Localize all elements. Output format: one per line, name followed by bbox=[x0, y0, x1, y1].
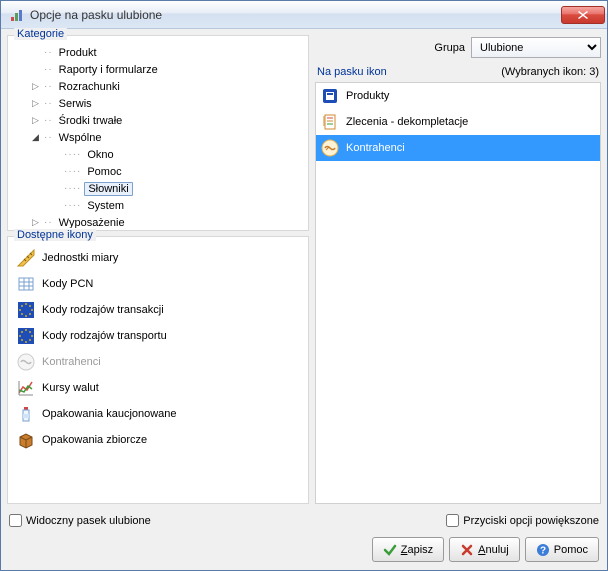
ruler-icon bbox=[16, 248, 36, 268]
tree-node[interactable]: ····Pomoc bbox=[12, 163, 304, 180]
tree-node-label: Pomoc bbox=[84, 166, 124, 178]
check-icon bbox=[383, 543, 397, 557]
tree-node-label: Środki trwałe bbox=[56, 115, 126, 127]
onbar-item-label: Kontrahenci bbox=[346, 142, 405, 154]
tree-node-label: Okno bbox=[84, 149, 116, 161]
selected-count: (Wybranych ikon: 3) bbox=[501, 66, 599, 78]
product-icon bbox=[320, 86, 340, 106]
available-item[interactable]: Kody PCN bbox=[12, 271, 304, 297]
chevron-right-icon: ▷ bbox=[30, 217, 41, 228]
available-item-label: Opakowania kaucjonowane bbox=[42, 408, 177, 420]
onbar-item[interactable]: Zlecenia - dekompletacje bbox=[316, 109, 600, 135]
tree-node-label: Produkt bbox=[56, 47, 100, 59]
tree-node[interactable]: ▷··Środki trwałe bbox=[12, 112, 304, 129]
chart-icon bbox=[16, 378, 36, 398]
chevron-down-icon: ◢ bbox=[30, 132, 41, 143]
available-label: Dostępne ikony bbox=[14, 229, 96, 241]
visible-bar-input[interactable] bbox=[9, 514, 22, 527]
svg-text:?: ? bbox=[540, 545, 546, 556]
help-button[interactable]: ? Pomoc bbox=[525, 537, 599, 562]
available-item[interactable]: Jednostki miary bbox=[12, 245, 304, 271]
tree-node[interactable]: ▷··Wyposażenie bbox=[12, 214, 304, 228]
x-icon bbox=[460, 543, 474, 557]
tree-node[interactable]: ▷··Serwis bbox=[12, 95, 304, 112]
available-item[interactable]: Opakowania zbiorcze bbox=[12, 427, 304, 453]
tree-node-label: Wspólne bbox=[56, 132, 105, 144]
chevron-right-icon: ▷ bbox=[30, 98, 41, 109]
available-item[interactable]: Kody rodzajów transakcji bbox=[12, 297, 304, 323]
tree-node-label: Słowniki bbox=[84, 182, 132, 196]
enlarged-opts-checkbox[interactable]: Przyciski opcji powiększone bbox=[446, 514, 599, 527]
tree-node[interactable]: ··Raporty i formularze bbox=[12, 61, 304, 78]
onbar-item[interactable]: Produkty bbox=[316, 83, 600, 109]
tree-node[interactable]: ▷··Rozrachunki bbox=[12, 78, 304, 95]
visible-bar-checkbox[interactable]: Widoczny pasek ulubione bbox=[9, 514, 151, 527]
cancel-button[interactable]: Anuluj bbox=[449, 537, 520, 562]
available-item-label: Kursy walut bbox=[42, 382, 99, 394]
help-icon: ? bbox=[536, 543, 550, 557]
chevron-right-icon: ▷ bbox=[30, 81, 41, 92]
available-item[interactable]: Opakowania kaucjonowane bbox=[12, 401, 304, 427]
available-item[interactable]: Kontrahenci bbox=[12, 349, 304, 375]
close-button[interactable] bbox=[561, 6, 605, 24]
available-list[interactable]: Jednostki miary Kody PCN Kody rodzajów tra… bbox=[10, 243, 306, 501]
titlebar: Opcje na pasku ulubione bbox=[1, 1, 607, 29]
tree-node[interactable]: ◢··Wspólne bbox=[12, 129, 304, 146]
onbar-item-label: Produkty bbox=[346, 90, 389, 102]
tree-node[interactable]: ····Okno bbox=[12, 146, 304, 163]
categories-label: Kategorie bbox=[14, 28, 67, 40]
available-item-label: Kody rodzajów transakcji bbox=[42, 304, 164, 316]
available-item-label: Kontrahenci bbox=[42, 356, 101, 368]
eu-icon bbox=[16, 326, 36, 346]
group-row: Grupa Ulubione bbox=[315, 35, 601, 64]
group-label: Grupa bbox=[434, 42, 465, 54]
tree-node-label: Serwis bbox=[56, 98, 95, 110]
tree-node-label: Raporty i formularze bbox=[56, 64, 161, 76]
group-select[interactable]: Ulubione bbox=[471, 37, 601, 58]
available-item-label: Kody rodzajów transportu bbox=[42, 330, 167, 342]
chevron-right-icon: ▷ bbox=[30, 115, 41, 126]
on-bar-list[interactable]: Produkty Zlecenia - dekompletacje Kontrahe… bbox=[315, 82, 601, 504]
bottle-icon bbox=[16, 404, 36, 424]
orders-icon bbox=[320, 112, 340, 132]
hands-icon bbox=[320, 138, 340, 158]
on-bar-label: Na pasku ikon bbox=[317, 66, 387, 78]
available-item-label: Kody PCN bbox=[42, 278, 93, 290]
save-button[interactable]: Zapisz bbox=[372, 537, 444, 562]
available-item[interactable]: Kody rodzajów transportu bbox=[12, 323, 304, 349]
tree-node-label: System bbox=[84, 200, 127, 212]
eu-icon bbox=[16, 300, 36, 320]
categories-tree[interactable]: ··Produkt··Raporty i formularze▷··Rozrac… bbox=[10, 42, 306, 228]
grid-icon bbox=[16, 274, 36, 294]
enlarged-opts-input[interactable] bbox=[446, 514, 459, 527]
available-item[interactable]: Kursy walut bbox=[12, 375, 304, 401]
tree-node-label: Wyposażenie bbox=[56, 217, 128, 229]
window-title: Opcje na pasku ulubione bbox=[30, 8, 561, 22]
tree-node[interactable]: ··Produkt bbox=[12, 44, 304, 61]
tree-node-label: Rozrachunki bbox=[56, 81, 123, 93]
categories-panel: Kategorie ··Produkt··Raporty i formularz… bbox=[7, 35, 309, 231]
box-icon bbox=[16, 430, 36, 450]
onbar-item[interactable]: Kontrahenci bbox=[316, 135, 600, 161]
hands-small-icon bbox=[16, 352, 36, 372]
tree-node[interactable]: ····Słowniki bbox=[12, 180, 304, 197]
tree-node[interactable]: ····System bbox=[12, 197, 304, 214]
available-item-label: Opakowania zbiorcze bbox=[42, 434, 147, 446]
available-panel: Dostępne ikony Jednostki miaryKody PCNKo… bbox=[7, 236, 309, 504]
available-item-label: Jednostki miary bbox=[42, 252, 118, 264]
app-icon bbox=[9, 7, 25, 23]
onbar-item-label: Zlecenia - dekompletacje bbox=[346, 116, 468, 128]
